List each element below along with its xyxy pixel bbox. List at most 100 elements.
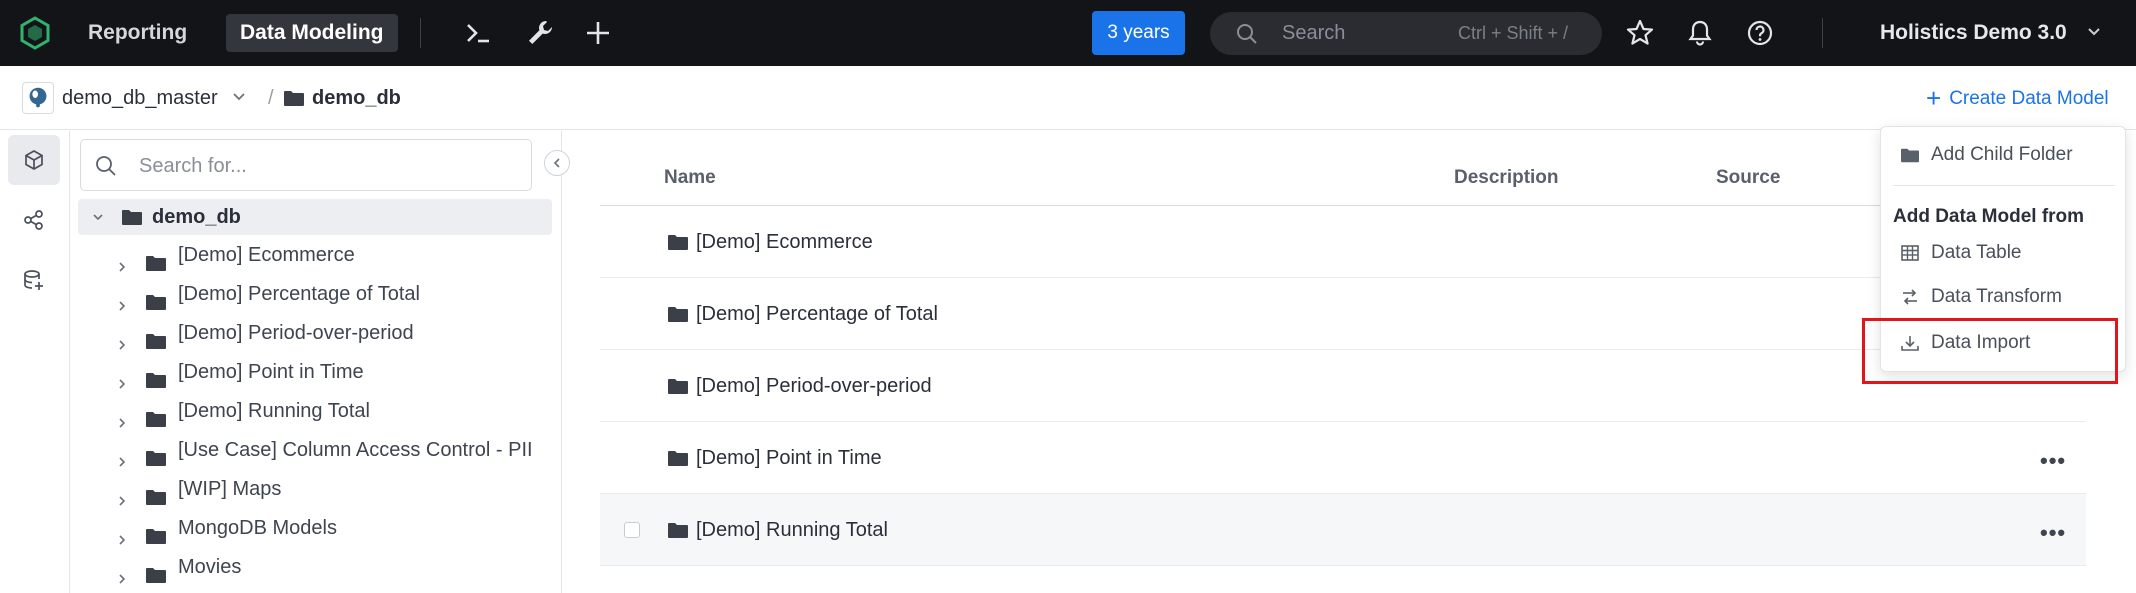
row-name[interactable]: [Demo] Ecommerce	[696, 206, 873, 278]
column-header-name[interactable]: Name	[664, 167, 716, 189]
org-switcher[interactable]: Holistics Demo 3.0	[1880, 0, 2067, 66]
datasource-selector[interactable]: demo_db_master	[62, 66, 218, 130]
tree-item-folder[interactable]: [Demo] Period-over-period	[78, 315, 552, 351]
folder-icon	[668, 234, 688, 250]
tree-item-label: [Demo] Running Total	[178, 400, 370, 422]
rail-item-models[interactable]	[8, 135, 60, 185]
chevron-right-icon[interactable]	[116, 561, 128, 584]
folder-icon	[146, 325, 166, 349]
transform-icon	[1903, 289, 1917, 305]
cube-icon	[25, 150, 43, 170]
column-header-description[interactable]: Description	[1454, 167, 1559, 189]
rail-item-datasets[interactable]	[8, 255, 60, 305]
tree-item-folder[interactable]: MongoDB Models	[78, 510, 552, 546]
table-row[interactable]: [Demo] Ecommerce	[600, 206, 2086, 278]
holistics-logo-icon[interactable]	[18, 16, 52, 50]
wrench-icon[interactable]	[524, 17, 556, 49]
chevron-right-icon[interactable]	[116, 522, 128, 545]
create-data-model-label: Create Data Model	[1949, 88, 2109, 109]
star-icon[interactable]	[1624, 17, 1656, 49]
date-range-button[interactable]: 3 years	[1092, 11, 1185, 55]
tree-item-folder[interactable]: [WIP] Maps	[78, 471, 552, 507]
row-name[interactable]: [Demo] Period-over-period	[696, 350, 932, 422]
tree-item-label: [Use Case] Column Access Control - PII	[178, 439, 533, 461]
menu-item-data-table[interactable]: Data Table	[1881, 233, 2127, 273]
folder-icon	[146, 520, 166, 544]
collapse-panel-button[interactable]	[544, 150, 570, 176]
chevron-right-icon[interactable]	[116, 327, 128, 350]
tree-item-folder[interactable]: [Demo] Running Total	[78, 393, 552, 429]
chevron-right-icon[interactable]	[116, 366, 128, 389]
database-add-icon	[24, 270, 43, 290]
tree-item-folder[interactable]: [Demo] Point in Time	[78, 354, 552, 390]
nav-divider-right	[1822, 18, 1823, 48]
chevron-down-icon[interactable]	[92, 211, 104, 223]
tree-root-folder[interactable]: demo_db	[78, 199, 552, 235]
chevron-left-icon	[553, 158, 560, 168]
folder-icon	[146, 442, 166, 466]
table-row[interactable]: [Demo] Running Total •••	[600, 494, 2086, 566]
folder-icon	[146, 403, 166, 427]
postgres-icon	[22, 82, 54, 114]
menu-divider	[1893, 185, 2115, 186]
row-name[interactable]: [Demo] Percentage of Total	[696, 278, 938, 350]
tree-item-folder[interactable]: [Use Case] Column Access Control - PII	[78, 432, 552, 468]
breadcrumb: demo_db_master / demo_db + Create Data Mo…	[0, 66, 2136, 130]
chevron-right-icon[interactable]	[116, 288, 128, 311]
tree-item-label: [Demo] Ecommerce	[178, 244, 355, 266]
row-name[interactable]: [Demo] Point in Time	[696, 422, 882, 494]
folder-icon	[284, 91, 304, 106]
more-options-icon[interactable]: •••	[2040, 520, 2066, 546]
tree-item-folder[interactable]: [Demo] Percentage of Total	[78, 276, 552, 312]
menu-item-label: Data Transform	[1931, 286, 2062, 307]
folder-icon	[146, 247, 166, 271]
more-options-icon[interactable]: •••	[2040, 448, 2066, 474]
left-rail	[0, 131, 70, 593]
table-icon	[1901, 245, 1919, 261]
chevron-down-icon[interactable]	[230, 88, 248, 106]
chevron-right-icon[interactable]	[116, 444, 128, 467]
menu-item-label: Add Child Folder	[1931, 144, 2073, 165]
tree-search-input[interactable]: Search for...	[80, 139, 532, 191]
plus-icon[interactable]	[582, 17, 614, 49]
tree-item-label: Movies	[178, 556, 242, 578]
folder-icon	[146, 286, 166, 310]
folder-icon	[146, 481, 166, 505]
tree-item-label: [WIP] Maps	[178, 478, 282, 500]
table-row[interactable]: [Demo] Point in Time •••	[600, 422, 2086, 494]
chevron-down-icon[interactable]	[2084, 22, 2104, 42]
nav-divider	[420, 18, 421, 48]
column-header-source[interactable]: Source	[1716, 167, 1780, 189]
tree-item-folder[interactable]: Movies	[78, 549, 552, 585]
row-name[interactable]: [Demo] Running Total	[696, 494, 888, 566]
tree-item-label: MongoDB Models	[178, 517, 337, 539]
plus-icon: +	[1926, 83, 1942, 113]
search-icon	[1237, 24, 1257, 44]
create-data-model-button[interactable]: + Create Data Model	[1926, 66, 2109, 131]
breadcrumb-current-folder[interactable]: demo_db	[312, 66, 401, 130]
search-shortcut-hint: Ctrl + Shift + /	[1457, 23, 1568, 43]
menu-item-label: Data Table	[1931, 242, 2022, 263]
tab-data-modeling[interactable]: Data Modeling	[226, 14, 398, 52]
folder-icon	[668, 378, 688, 394]
tree-item-folder[interactable]: [Demo] Ecommerce	[78, 237, 552, 273]
menu-item-data-transform[interactable]: Data Transform	[1881, 277, 2127, 317]
terminal-icon[interactable]	[462, 17, 494, 49]
folder-icon	[1901, 148, 1919, 163]
bell-icon[interactable]	[1684, 17, 1716, 49]
folder-icon	[668, 306, 688, 322]
search-icon	[96, 156, 116, 176]
chevron-right-icon[interactable]	[116, 249, 128, 272]
search-placeholder: Search	[1282, 22, 1346, 44]
chevron-right-icon[interactable]	[116, 405, 128, 428]
folder-icon	[122, 210, 142, 225]
global-search-input[interactable]: Search Ctrl + Shift + /	[1210, 12, 1602, 55]
menu-item-add-child-folder[interactable]: Add Child Folder	[1881, 135, 2127, 175]
data-import-highlight-box	[1862, 318, 2118, 384]
rail-item-relationships[interactable]	[8, 195, 60, 245]
folder-icon	[668, 450, 688, 466]
help-icon[interactable]	[1744, 17, 1776, 49]
tab-reporting[interactable]: Reporting	[74, 14, 201, 52]
row-checkbox[interactable]	[624, 522, 640, 538]
chevron-right-icon[interactable]	[116, 483, 128, 506]
